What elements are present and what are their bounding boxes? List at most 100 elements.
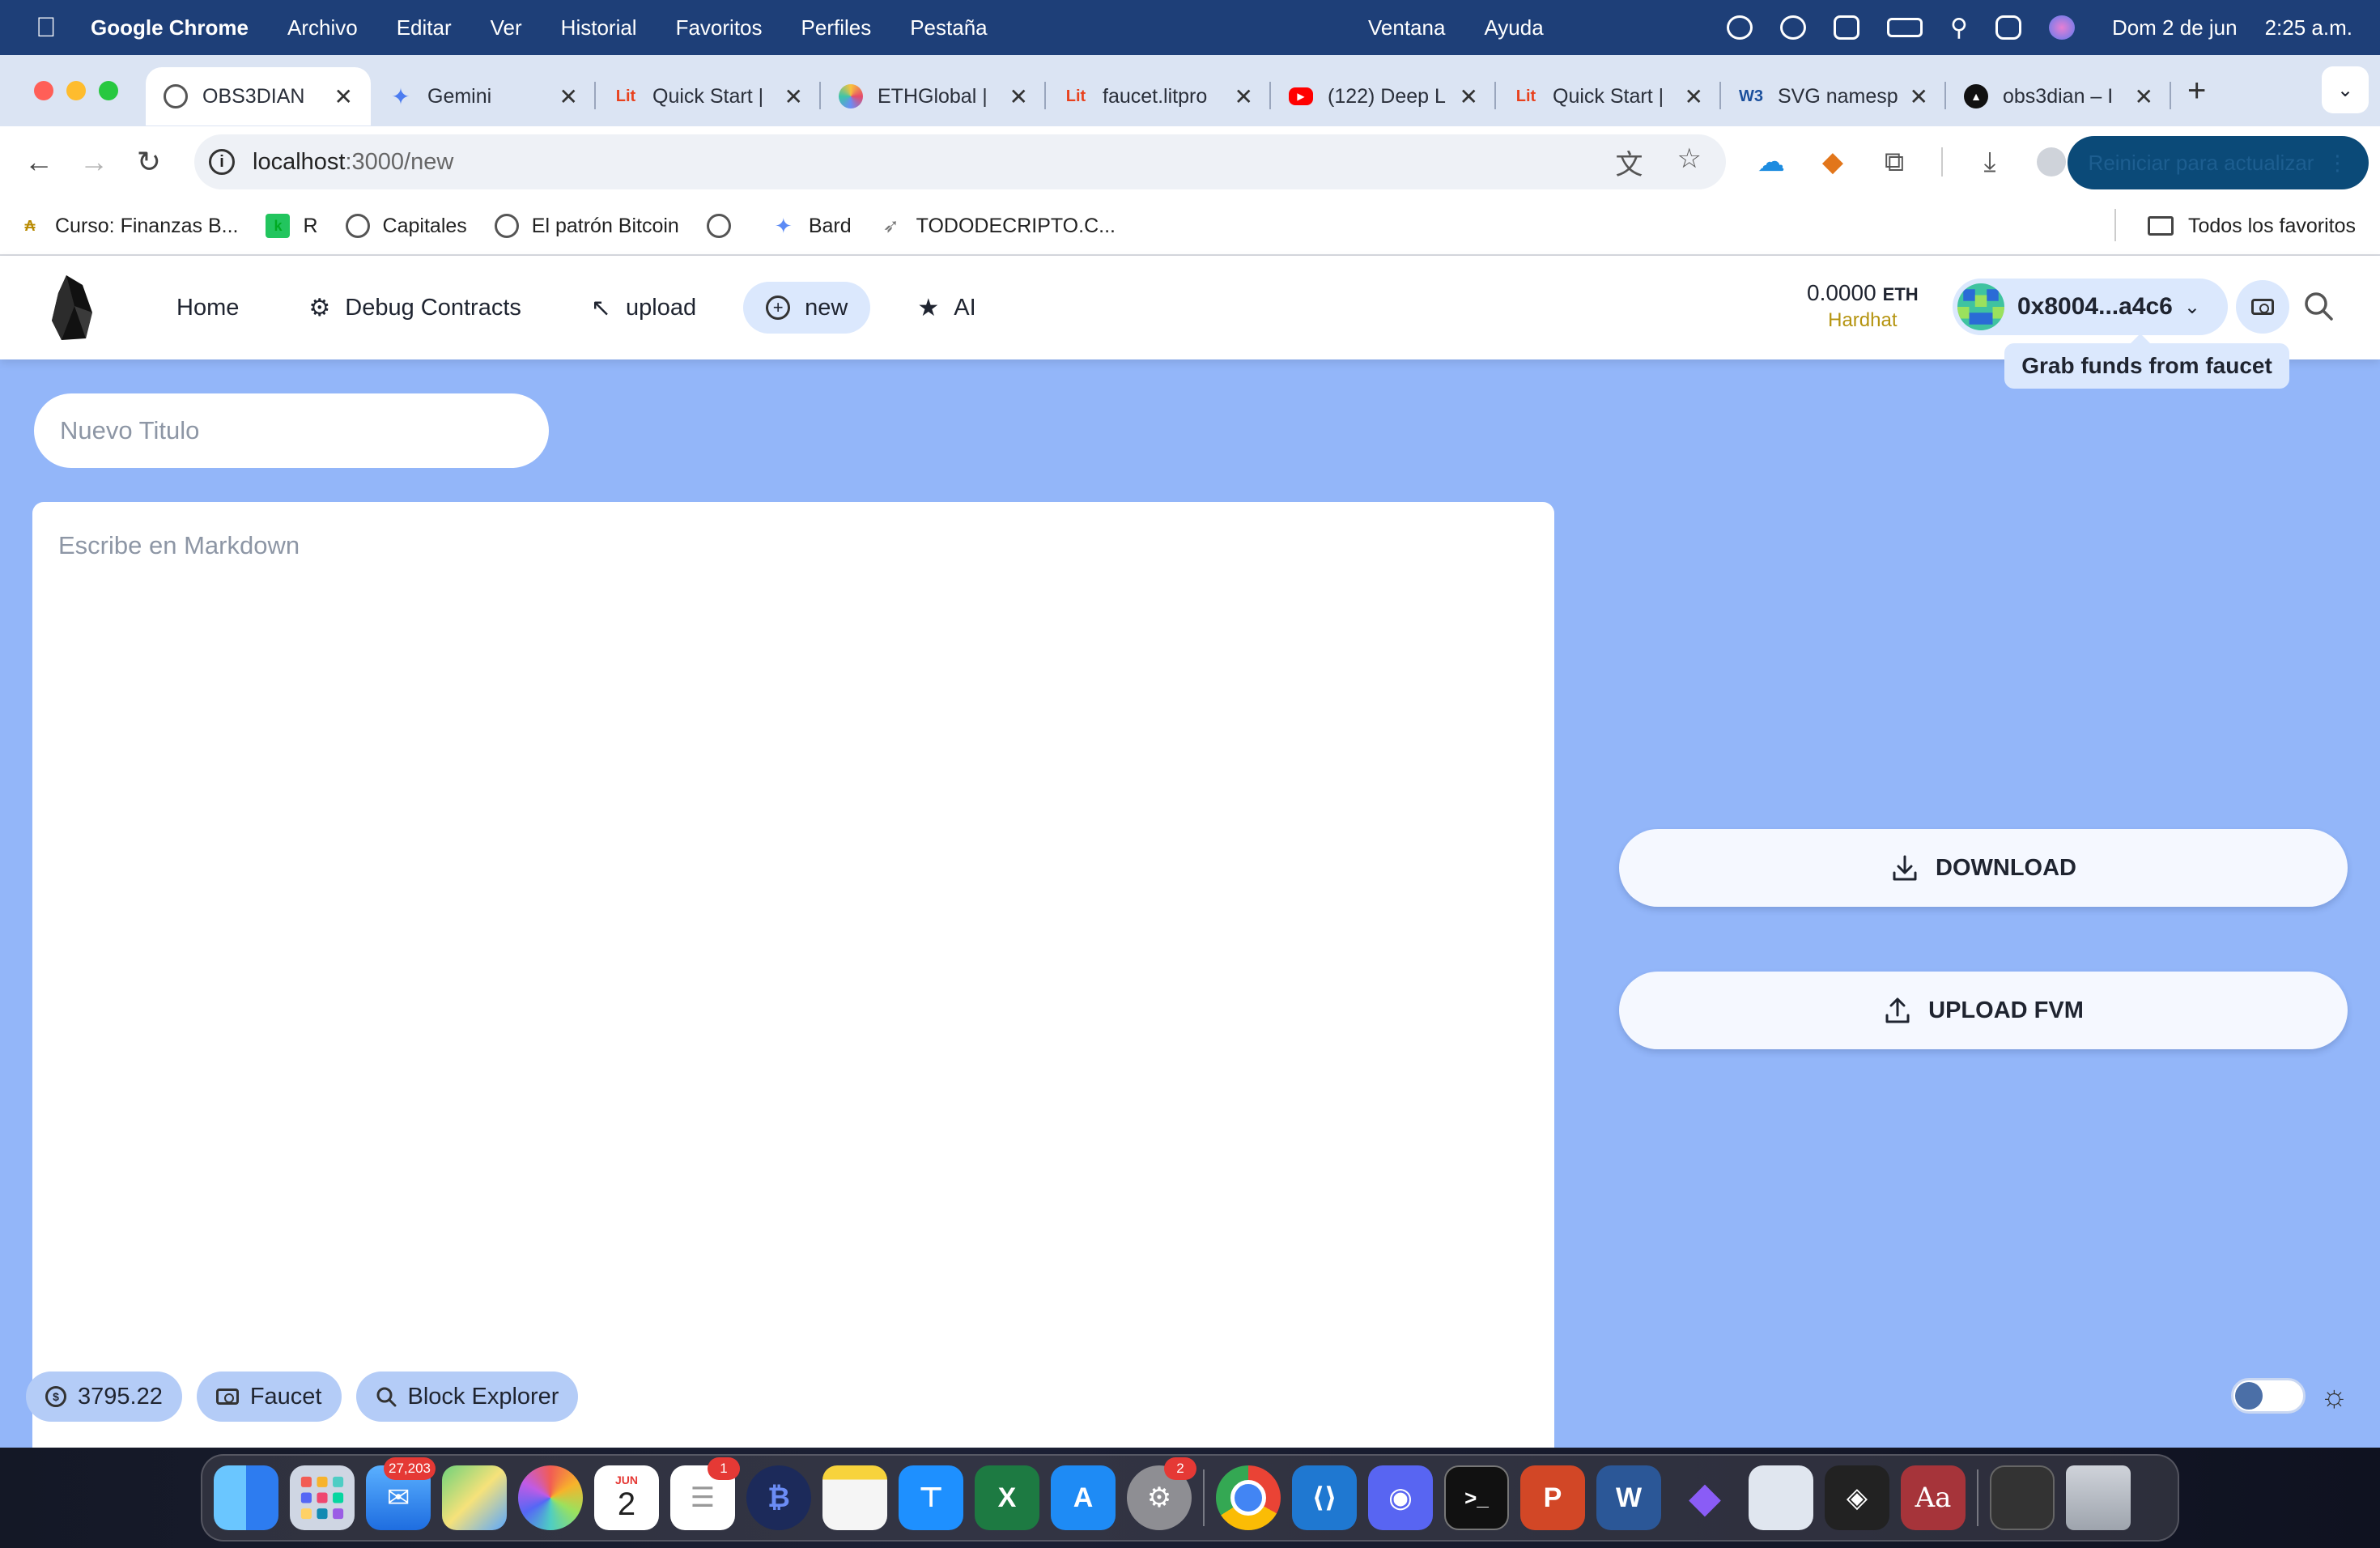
bookmark-bard[interactable]: ✦ Bard	[771, 214, 852, 238]
bookmark-capitales[interactable]: Capitales	[345, 214, 467, 238]
faucet-pill[interactable]: Faucet	[196, 1372, 342, 1422]
cloud-extension-icon[interactable]: ☁	[1757, 147, 1786, 177]
back-arrow-icon[interactable]: ←	[23, 145, 55, 179]
eth-price-pill[interactable]: $ 3795.22	[26, 1372, 182, 1422]
nav-home[interactable]: Home	[154, 282, 261, 334]
menu-editar[interactable]: Editar	[397, 15, 452, 40]
minimize-window-button[interactable]	[66, 81, 86, 100]
puzzle-extensions-icon[interactable]: ⧉	[1880, 147, 1909, 177]
photos-icon[interactable]	[518, 1465, 583, 1530]
battery-icon[interactable]	[1886, 18, 1923, 37]
close-tab-icon[interactable]: ✕	[784, 83, 803, 110]
forward-arrow-icon[interactable]: →	[78, 145, 110, 179]
menu-ver[interactable]: Ver	[491, 15, 522, 40]
menu-perfiles[interactable]: Perfiles	[801, 15, 872, 40]
tab-svg-namespace[interactable]: W3 SVG namesp ✕	[1721, 67, 1946, 125]
vscode-icon[interactable]: ⟨⟩	[1292, 1465, 1357, 1530]
tab-youtube[interactable]: ▶ (122) Deep L ✕	[1271, 67, 1496, 125]
reload-icon[interactable]: ↻	[133, 145, 165, 179]
account-dropdown[interactable]: 0x8004...a4c6 ⌄	[1953, 279, 2228, 335]
notes-icon[interactable]	[822, 1465, 887, 1530]
restart-to-update-button[interactable]: Reiniciar para actualizar ⋮	[2068, 136, 2369, 189]
theme-toggle[interactable]	[2231, 1378, 2306, 1414]
menu-ventana[interactable]: Ventana	[1368, 15, 1445, 40]
download-icon[interactable]: ⤓	[1975, 147, 2004, 177]
siri-icon[interactable]	[2048, 15, 2075, 40]
menu-ayuda[interactable]: Ayuda	[1484, 15, 1543, 40]
close-tab-icon[interactable]: ✕	[1460, 83, 1478, 110]
excel-icon[interactable]: X	[975, 1465, 1039, 1530]
profile-avatar[interactable]	[2037, 147, 2066, 176]
close-window-button[interactable]	[34, 81, 53, 100]
obsidian-app-icon[interactable]: ◆	[1672, 1465, 1737, 1530]
metamask-fox-icon[interactable]: ◆	[1818, 147, 1847, 177]
control-center-icon[interactable]	[1995, 15, 2021, 40]
tab-gemini[interactable]: ✦ Gemini ✕	[371, 67, 596, 125]
close-tab-icon[interactable]: ✕	[559, 83, 578, 110]
launchpad-icon[interactable]	[290, 1465, 355, 1530]
close-tab-icon[interactable]: ✕	[1009, 83, 1028, 110]
close-tab-icon[interactable]: ✕	[1685, 83, 1703, 110]
markdown-editor[interactable]	[32, 502, 1554, 1448]
tab-quick-start-1[interactable]: Lit Quick Start | ✕	[596, 67, 821, 125]
bitcoin-core-icon[interactable]: ₿	[746, 1465, 811, 1530]
app-store-icon[interactable]: A	[1051, 1465, 1116, 1530]
bookmark-curso-finanzas[interactable]: ₳ Curso: Finanzas B...	[18, 214, 239, 238]
download-button[interactable]: DOWNLOAD	[1619, 829, 2348, 907]
close-tab-icon[interactable]: ✕	[334, 83, 353, 110]
translate-icon[interactable]: 文	[1616, 142, 1643, 182]
nav-debug-contracts[interactable]: ⚙ Debug Contracts	[286, 282, 544, 334]
apple-menu-icon[interactable]: 	[36, 12, 60, 44]
reminders-icon[interactable]: ☰ 1	[670, 1457, 740, 1530]
downloads-stack-icon[interactable]	[1990, 1465, 2055, 1530]
tab-quick-start-2[interactable]: Lit Quick Start | ✕	[1496, 67, 1721, 125]
menu-historial[interactable]: Historial	[561, 15, 637, 40]
title-input[interactable]	[34, 393, 549, 468]
menu-app-name[interactable]: Google Chrome	[91, 15, 249, 40]
bookmark-tododecripto[interactable]: ➶ TODODECRIPTO.C...	[879, 214, 1116, 238]
trash-icon[interactable]	[2066, 1465, 2131, 1530]
discord-icon[interactable]: ◉	[1368, 1465, 1433, 1530]
address-bar[interactable]: i localhost:3000/new 文 ☆	[194, 134, 1726, 189]
finder-icon[interactable]	[214, 1465, 278, 1530]
upload-fvm-button[interactable]: UPLOAD FVM	[1619, 972, 2348, 1049]
play-status-icon[interactable]	[1726, 15, 1753, 40]
close-tab-icon[interactable]: ✕	[1235, 83, 1253, 110]
menu-pestana[interactable]: Pestaña	[910, 15, 987, 40]
all-bookmarks-folder[interactable]: Todos los favoritos	[2147, 215, 2356, 238]
bookmark-globe[interactable]	[706, 214, 744, 238]
bookmark-r[interactable]: k R	[266, 214, 318, 238]
tab-obs3dian-vercel[interactable]: ▲ obs3dian – I ✕	[1946, 67, 2171, 125]
preview-icon[interactable]	[1749, 1465, 1813, 1530]
bookmark-patron-bitcoin[interactable]: El patrón Bitcoin	[494, 214, 679, 238]
nav-upload[interactable]: ↖ upload	[568, 282, 719, 334]
nav-new[interactable]: + new	[743, 282, 871, 334]
accessibility-icon[interactable]	[1779, 15, 1806, 40]
dictionary-icon[interactable]: Aa	[1901, 1465, 1966, 1530]
unity-icon[interactable]: ◈	[1825, 1465, 1889, 1530]
close-tab-icon[interactable]: ✕	[2135, 83, 2153, 110]
tab-ethglobal[interactable]: ETHGlobal | ✕	[821, 67, 1046, 125]
tab-obs3dian[interactable]: OBS3DIAN ✕	[146, 67, 371, 125]
block-explorer-pill[interactable]: Block Explorer	[355, 1372, 579, 1422]
mail-icon[interactable]: ✉ 27,203	[366, 1457, 436, 1530]
display-icon[interactable]	[1833, 15, 1859, 40]
menu-favoritos[interactable]: Favoritos	[676, 15, 763, 40]
bookmark-star-icon[interactable]: ☆	[1677, 142, 1702, 182]
maps-icon[interactable]	[442, 1465, 507, 1530]
spotlight-search-icon[interactable]: ⚲	[1950, 14, 1968, 42]
system-settings-icon[interactable]: ⚙ 2	[1127, 1457, 1196, 1530]
menu-time[interactable]: 2:25 a.m.	[2265, 15, 2352, 40]
terminal-icon[interactable]: >_	[1444, 1465, 1509, 1530]
tab-search-chevron-icon[interactable]: ⌄	[2322, 66, 2369, 113]
faucet-button[interactable]	[2236, 280, 2289, 334]
word-icon[interactable]: W	[1596, 1465, 1661, 1530]
close-tab-icon[interactable]: ✕	[1910, 83, 1928, 110]
nav-ai[interactable]: ★ AI	[895, 282, 998, 334]
keynote-icon[interactable]: ⊤	[899, 1465, 963, 1530]
zoom-window-button[interactable]	[99, 81, 118, 100]
calendar-icon[interactable]: JUN 2	[594, 1465, 659, 1530]
new-tab-icon[interactable]: +	[2187, 73, 2206, 109]
tab-faucet-litpro[interactable]: Lit faucet.litpro ✕	[1046, 67, 1271, 125]
powerpoint-icon[interactable]: P	[1520, 1465, 1585, 1530]
